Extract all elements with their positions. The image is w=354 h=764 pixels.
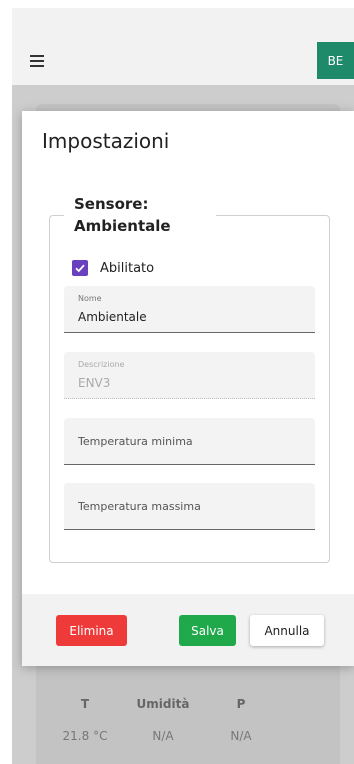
dialog-actions: Elimina Salva Annulla — [22, 594, 354, 666]
max-temperature-field[interactable]: Temperatura massima — [64, 483, 315, 530]
background-sensor-table: T Umidità P 21.8 °C N/A N/A — [46, 690, 316, 750]
table-header-cell: T — [80, 697, 90, 711]
name-field-label: Nome — [78, 294, 102, 303]
min-temperature-field[interactable]: Temperatura minima — [64, 418, 315, 465]
table-cell: 21.8 °C — [62, 729, 108, 743]
settings-dialog: Impostazioni Sensore: Ambientale Abilita… — [22, 111, 354, 666]
enabled-checkbox-row[interactable]: Abilitato — [72, 260, 154, 276]
table-row: 21.8 °C N/A N/A — [46, 722, 316, 750]
min-temperature-placeholder: Temperatura minima — [78, 435, 193, 448]
checkmark-icon — [75, 264, 85, 273]
table-header-cell: Umidità — [136, 697, 190, 711]
table-header-row: T Umidità P — [46, 690, 316, 718]
top-bar: BE — [12, 8, 354, 85]
delete-button[interactable]: Elimina — [56, 615, 127, 646]
max-temperature-placeholder: Temperatura massima — [78, 500, 201, 513]
table-cell: N/A — [152, 729, 174, 743]
avatar[interactable]: BE — [317, 42, 354, 79]
cancel-button[interactable]: Annulla — [250, 615, 324, 646]
table-header-cell: P — [236, 697, 246, 711]
description-field: Descrizione ENV3 — [64, 352, 315, 399]
save-button[interactable]: Salva — [179, 615, 236, 646]
fieldset-legend: Sensore: Ambientale — [64, 193, 216, 237]
description-field-label: Descrizione — [78, 360, 125, 369]
table-cell: N/A — [230, 729, 252, 743]
description-field-value: ENV3 — [78, 376, 111, 390]
enabled-label: Abilitato — [100, 260, 155, 276]
name-field[interactable]: Nome Ambientale — [64, 286, 315, 333]
dialog-title: Impostazioni — [42, 129, 170, 153]
name-field-value: Ambientale — [78, 310, 147, 324]
hamburger-menu-icon[interactable] — [30, 55, 44, 67]
enabled-checkbox[interactable] — [72, 260, 88, 276]
